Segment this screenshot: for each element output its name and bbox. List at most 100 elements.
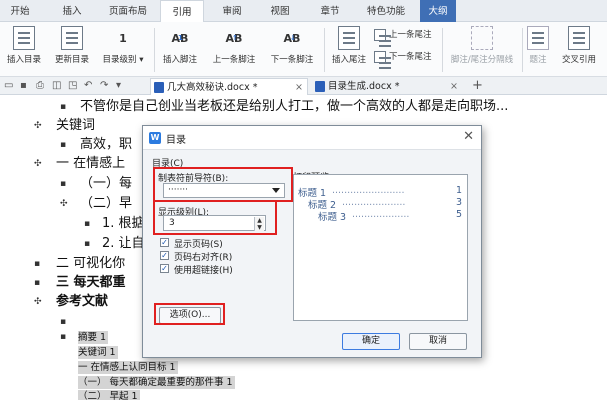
caption-icon: [527, 26, 549, 50]
dialog-title-bar[interactable]: W 目录 ✕: [143, 126, 481, 150]
word-doc-icon: [315, 81, 325, 92]
bullet-icon: ✣: [34, 297, 42, 307]
heading-1-1: （一）每: [80, 176, 133, 191]
bullet-icon: ▪: [60, 332, 67, 342]
use-links-checkbox[interactable]: ✓: [160, 264, 169, 273]
doc-tab-toc[interactable]: 目录生成.docx * ×: [312, 78, 462, 95]
cancel-button[interactable]: 取消: [409, 333, 467, 350]
new-tab-icon[interactable]: +: [472, 77, 483, 95]
tab-home[interactable]: 开始: [2, 0, 38, 22]
insert-footnote-button[interactable]: AB 1 插入脚注: [158, 24, 202, 74]
preview-page: 3: [456, 197, 463, 208]
wps-logo-icon: W: [149, 132, 161, 144]
close-icon[interactable]: ×: [295, 79, 303, 96]
toc-line: 一 在情感上认同目标 1: [78, 361, 178, 374]
next-footnote-button[interactable]: AB ↓ 下一条脚注: [266, 24, 318, 74]
tab-references[interactable]: 引用: [160, 0, 204, 23]
toc-line: （二） 早起 1: [78, 390, 140, 400]
bullet-icon: ▪: [34, 259, 41, 269]
bullet-icon: ▪: [60, 179, 67, 189]
next-footnote-icon: AB ↓: [283, 32, 301, 45]
undo-icon[interactable]: ↶: [84, 79, 92, 93]
toc-level-dropdown[interactable]: 1 目录级别 ▾: [98, 24, 148, 74]
save-icon[interactable]: ▪: [20, 79, 27, 93]
numbered-list-icon: 1: [119, 32, 127, 45]
print-icon[interactable]: ⎙: [36, 79, 44, 93]
heading-references: 参考文献: [56, 294, 109, 309]
bullet-icon: ▪: [84, 219, 91, 229]
divider: [442, 28, 443, 72]
bullet-icon: ▪: [60, 140, 67, 150]
right-align-checkbox[interactable]: ✓: [160, 251, 169, 260]
dialog-title: 目录: [166, 135, 186, 146]
close-icon[interactable]: ✕: [463, 129, 474, 144]
bullet-icon: ▪: [84, 239, 91, 249]
toc-line: 摘要 1: [78, 331, 109, 344]
tab-chapter[interactable]: 章节: [312, 0, 348, 22]
tab-outline[interactable]: 大纲: [420, 0, 456, 22]
toc-line: 关键词 1: [78, 346, 118, 359]
heading-1: 一 在情感上: [56, 156, 126, 171]
preview-icon[interactable]: ◫: [52, 79, 61, 93]
separator-line-button[interactable]: 脚注/尾注分隔线: [444, 24, 520, 74]
refresh-toc-icon: [61, 26, 83, 50]
prev-endnote-button[interactable]: 上一条尾注: [374, 28, 440, 46]
close-icon[interactable]: ×: [450, 78, 458, 95]
bullet-icon: ▪: [34, 278, 41, 288]
bullet-icon: ✣: [34, 121, 42, 131]
heading-1-2: （二）早: [80, 196, 133, 211]
highlight-frame: [154, 303, 225, 325]
preview-page: 5: [456, 209, 463, 220]
ok-button[interactable]: 确定: [342, 333, 400, 350]
tab-insert[interactable]: 插入: [54, 0, 90, 22]
body-text: 高效，职: [80, 137, 133, 152]
update-toc-button[interactable]: 更新目录: [50, 24, 94, 74]
ribbon-toolbar: 插入目录 更新目录 1 目录级别 ▾ AB 1 插入脚注 AB ↑ 上一条脚注 AB…: [0, 22, 607, 77]
heading-1-2-1: 1. 根掂: [102, 216, 145, 231]
right-align-label: 页码右对齐(R): [174, 253, 233, 263]
redo-icon[interactable]: ↷: [100, 79, 108, 93]
footnote-icon: AB 1: [171, 32, 189, 45]
ribbon-tab-bar: 开始 插入 页面布局 引用 审阅 视图 章节 特色功能 大纲: [0, 0, 607, 23]
print-preview-pane: 标题 1 ........................ 1 标题 2 ...…: [293, 174, 468, 321]
divider: [324, 28, 325, 72]
prev-endnote-icon: [374, 28, 391, 41]
show-page-label: 显示页码(S): [174, 240, 223, 250]
tab-view[interactable]: 视图: [262, 0, 298, 22]
prev-footnote-button[interactable]: AB ↑ 上一条脚注: [208, 24, 260, 74]
customize-dropdown-icon[interactable]: ▾: [116, 79, 121, 93]
divider: [522, 28, 523, 72]
bullet-icon: ✣: [34, 159, 42, 169]
insert-endnote-button[interactable]: 插入尾注: [328, 24, 370, 74]
tab-review[interactable]: 审阅: [214, 0, 250, 22]
heading-1-2-2: 2. 让自: [102, 236, 145, 251]
heading-2: 二 可视化你: [56, 256, 126, 271]
tab-page-layout[interactable]: 页面布局: [102, 0, 154, 22]
preview-entry: 标题 3: [318, 212, 347, 223]
document-tab-bar: ▭ ▪ ⎙ ◫ ◳ ↶ ↷ ▾ 几大高效秘诀.docx * × 目录生成.doc…: [0, 77, 607, 95]
doc-tab-secrets[interactable]: 几大高效秘诀.docx * ×: [150, 78, 308, 95]
caption-button[interactable]: 题注: [524, 24, 552, 74]
cross-reference-icon: [568, 26, 590, 50]
highlight-frame: [153, 167, 293, 202]
cross-reference-button[interactable]: 交叉引用: [556, 24, 602, 74]
next-endnote-icon: [374, 50, 391, 63]
use-links-label: 使用超链接(H): [174, 266, 233, 276]
toc-line: （一） 每天都确定最重要的那件事 1: [78, 376, 235, 389]
insert-toc-button[interactable]: 插入目录: [4, 24, 44, 74]
heading-keywords: 关键词: [56, 118, 96, 133]
body-text: 不管你是自己创业当老板还是给别人打工，做一个高效的人都是走向职场...: [80, 99, 509, 114]
word-doc-icon: [154, 82, 164, 93]
prev-footnote-icon: AB ↑: [225, 32, 243, 45]
separator-icon: [471, 26, 493, 50]
tab-features[interactable]: 特色功能: [360, 0, 412, 22]
divider: [154, 28, 155, 72]
show-page-checkbox[interactable]: ✓: [160, 238, 169, 247]
endnote-icon: [338, 26, 360, 50]
format-icon[interactable]: ◳: [68, 79, 77, 93]
bullet-icon: ✣: [60, 199, 68, 209]
next-endnote-button[interactable]: 下一条尾注: [374, 50, 440, 68]
open-folder-icon[interactable]: ▭: [4, 79, 13, 93]
preview-page: 1: [456, 185, 463, 196]
highlight-frame: [153, 200, 277, 235]
